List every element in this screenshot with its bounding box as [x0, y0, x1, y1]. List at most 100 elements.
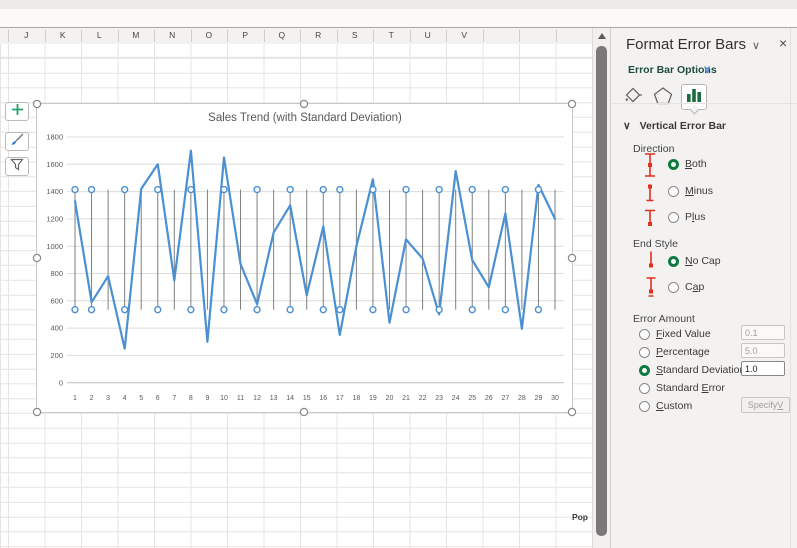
column-header-J[interactable]: J [8, 30, 45, 40]
radio-unselected[interactable] [668, 281, 679, 293]
radio-option-no-cap[interactable]: No Cap [668, 255, 721, 267]
column-header-K[interactable]: K [45, 30, 82, 40]
error-bar-selection-handle[interactable] [286, 185, 294, 194]
radio-unselected[interactable] [639, 328, 650, 340]
chart-resize-handle[interactable] [299, 99, 309, 109]
error-bar-selection-handle[interactable] [501, 305, 510, 314]
chart-resize-handle[interactable] [567, 99, 577, 109]
column-header-O[interactable]: O [191, 30, 228, 40]
standard-deviation-input[interactable] [741, 361, 785, 376]
chart-styles-button[interactable] [5, 132, 29, 151]
column-header-N[interactable]: N [154, 30, 191, 40]
error-bar-selection-handle[interactable] [534, 305, 543, 314]
column-header-V[interactable]: V [446, 30, 483, 40]
x-axis-tick-label: 1 [73, 395, 77, 402]
error-bar-selection-handle[interactable] [87, 185, 96, 194]
chart-elements-button[interactable] [5, 102, 29, 121]
radio-unselected[interactable] [639, 382, 650, 394]
column-header-M[interactable]: M [118, 30, 155, 40]
effects-tab[interactable] [651, 85, 675, 109]
error-bar-selection-handle[interactable] [87, 305, 96, 314]
error-bar-selection-handle[interactable] [369, 305, 377, 314]
radio-selected[interactable] [668, 158, 679, 170]
column-header-L[interactable]: L [81, 30, 118, 40]
error-bar-selection-handle[interactable] [468, 305, 476, 314]
column-header-S[interactable]: S [337, 30, 374, 40]
error-bar-selection-handle[interactable] [220, 305, 228, 314]
radio-option-cap[interactable]: Cap [668, 281, 704, 293]
error-bar-selection-handle[interactable] [71, 305, 79, 314]
y-axis-tick-label: 1000 [46, 242, 63, 251]
error-bar-selection-handle[interactable] [319, 305, 327, 314]
error-bar-selection-handle[interactable] [253, 305, 261, 314]
error-bar-selection-handle[interactable] [71, 185, 79, 194]
error-bar-selection-handle[interactable] [120, 305, 129, 314]
scrollbar-thumb[interactable] [596, 46, 607, 536]
chart-filters-button[interactable] [5, 157, 29, 176]
error-bar-selection-handle[interactable] [154, 305, 162, 314]
scroll-up-arrow-icon[interactable] [598, 33, 606, 39]
radio-unselected[interactable] [639, 346, 650, 358]
cap-icon [645, 276, 657, 298]
error-bar-selection-handle[interactable] [336, 305, 344, 314]
error-bar-selection-handle[interactable] [402, 305, 410, 314]
radio-option-fixed-value[interactable]: Fixed Value [639, 328, 711, 340]
sales-trend-chart: 0200400600800100012001400160018001 2 3 4 5 6 7… [32, 99, 577, 417]
radio-unselected[interactable] [668, 185, 679, 197]
radio-unselected[interactable] [639, 400, 650, 412]
error-bar-selection-handle[interactable] [154, 185, 162, 194]
radio-label: Fixed Value [656, 328, 711, 340]
error-bar-selection-handle[interactable] [336, 185, 344, 194]
grid-vertical-scrollbar[interactable] [592, 28, 610, 548]
radio-option-percentage[interactable]: Percentage [639, 346, 710, 358]
series-line[interactable] [73, 149, 557, 350]
error-bar-selection-handle[interactable] [534, 185, 543, 194]
radio-option-minus[interactable]: Minus [668, 185, 713, 197]
radio-selected[interactable] [668, 255, 679, 267]
column-header-T[interactable]: T [373, 30, 410, 40]
error-bar-selection-handle[interactable] [319, 185, 327, 194]
chart-resize-handle[interactable] [567, 253, 577, 263]
error-bar-selection-handle[interactable] [501, 185, 510, 194]
error-bar-selection-handle[interactable] [468, 185, 476, 194]
column-header-Q[interactable]: Q [264, 30, 301, 40]
radio-unselected[interactable] [668, 211, 679, 223]
chart-resize-handle[interactable] [567, 407, 577, 417]
x-axis-tick-label: 22 [419, 395, 427, 402]
chart-resize-handle[interactable] [32, 407, 42, 417]
error-bar-selection-handle[interactable] [402, 185, 410, 194]
radio-selected[interactable] [639, 364, 650, 376]
error-bar-selection-handle[interactable] [435, 185, 443, 194]
x-axis-tick-label: 29 [535, 395, 543, 402]
error-bar-selection-handle[interactable] [369, 185, 377, 194]
radio-option-both[interactable]: Both [668, 158, 707, 170]
chart-title[interactable]: Sales Trend (with Standard Deviation) [208, 112, 402, 124]
chart-resize-handle[interactable] [299, 407, 309, 417]
brush-icon [10, 132, 24, 151]
radio-option-plus[interactable]: Plus [668, 211, 705, 223]
plus-icon [11, 103, 24, 121]
error-bar-selection-handle[interactable] [253, 185, 261, 194]
radio-option-standard-error[interactable]: Standard Error [639, 382, 725, 394]
error-bar-selection-handle[interactable] [187, 305, 195, 314]
error-bar-selection-handle[interactable] [187, 185, 195, 194]
column-header-P[interactable]: P [227, 30, 264, 40]
error-bar-options-tab[interactable] [681, 84, 707, 115]
chevron-down-icon[interactable]: ∨ [703, 63, 711, 76]
column-header-U[interactable]: U [410, 30, 447, 40]
chart-resize-handle[interactable] [32, 99, 42, 109]
pane-collapse-chevron-icon[interactable]: ∨ [752, 39, 760, 52]
pane-close-icon[interactable]: × [779, 35, 787, 51]
error-bar-selection-handle[interactable] [435, 305, 443, 314]
vertical-error-bar-section-header[interactable]: ∨ Vertical Error Bar [623, 120, 726, 132]
column-separator [555, 30, 557, 42]
error-bar-selection-handle[interactable] [286, 305, 294, 314]
error-bar-selection-handle[interactable] [120, 185, 129, 194]
radio-option-custom[interactable]: Custom [639, 400, 692, 412]
column-header-R[interactable]: R [300, 30, 337, 40]
fill-line-tab[interactable] [621, 85, 645, 109]
chart-resize-handle[interactable] [32, 253, 42, 263]
radio-option-standard-deviation-s-[interactable]: Standard Deviation(s) [639, 364, 758, 376]
error-bar-selection-handle[interactable] [220, 185, 228, 194]
chart-object[interactable]: 0 200 400 600 800 1000 1200 1400 1600 1800 1 2 3 4 5 6 7… [32, 99, 577, 417]
